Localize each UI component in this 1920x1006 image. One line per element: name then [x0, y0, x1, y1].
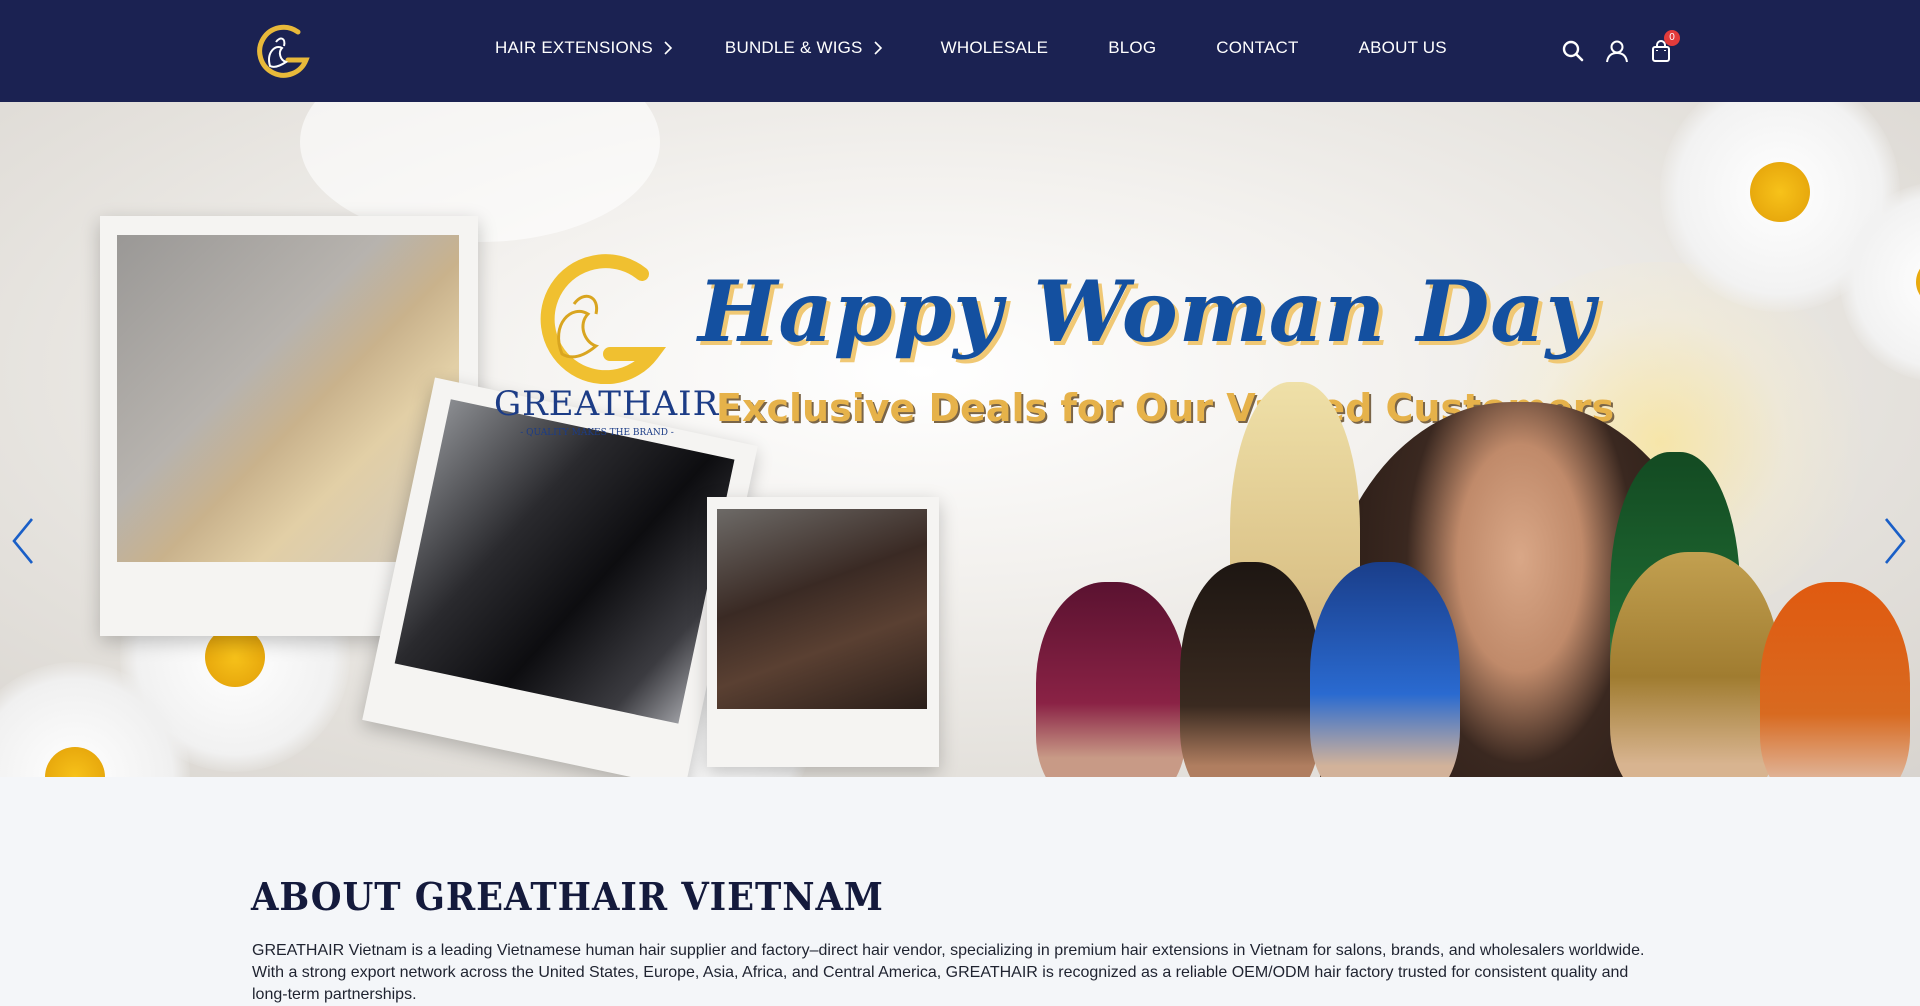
nav-label: HAIR EXTENSIONS — [495, 38, 653, 57]
nav-label: BUNDLE & WIGS — [724, 38, 863, 57]
main-nav: HAIR EXTENSIONS BUNDLE & WIGS WHOLESALE … — [495, 38, 1447, 58]
wig-mannequin — [1610, 552, 1780, 777]
black-hair-photo — [394, 399, 735, 724]
site-header: HAIR EXTENSIONS BUNDLE & WIGS WHOLESALE … — [0, 0, 1920, 102]
nav-hair-extensions[interactable]: HAIR EXTENSIONS — [495, 38, 673, 58]
about-section-text: GREATHAIR Vietnam is a leading Vietnames… — [252, 942, 1645, 1003]
promo-headline: Happy Woman Day — [698, 262, 1596, 361]
nav-blog[interactable]: BLOG — [1108, 38, 1156, 58]
wig-mannequin — [1760, 582, 1910, 777]
greathair-logo-icon — [540, 254, 667, 384]
nav-bundle-wigs[interactable]: BUNDLE & WIGS — [725, 38, 883, 58]
search-icon[interactable] — [1560, 38, 1586, 64]
polaroid-photo-brown-hair — [707, 497, 939, 767]
nav-label: CONTACT — [1216, 38, 1299, 57]
wig-mannequin — [1180, 562, 1320, 777]
wig-mannequin — [1036, 582, 1186, 777]
cart-button[interactable]: 0 — [1648, 30, 1680, 64]
nav-contact[interactable]: CONTACT — [1216, 38, 1298, 58]
brand-logo-icon[interactable] — [250, 22, 314, 80]
cart-count-badge: 0 — [1664, 30, 1680, 46]
nav-about-us[interactable]: ABOUT US — [1359, 38, 1447, 58]
brand-name: GREATHAIR — [494, 384, 720, 424]
nav-label: ABOUT US — [1358, 38, 1447, 57]
chevron-right-icon — [874, 41, 882, 55]
user-icon[interactable] — [1604, 38, 1630, 64]
brand-tagline: - QUALITY MAKES THE BRAND - — [520, 428, 674, 438]
brown-hair-photo — [717, 509, 927, 709]
hero-banner[interactable]: GREATHAIR - QUALITY MAKES THE BRAND - Ha… — [0, 102, 1920, 777]
slider-prev-arrow-icon[interactable] — [10, 516, 36, 566]
wig-mannequin — [1310, 562, 1460, 777]
chevron-right-icon — [664, 41, 673, 55]
nav-wholesale[interactable]: WHOLESALE — [941, 38, 1049, 58]
about-section-title: ABOUT GREATHAIR VIETNAM — [251, 874, 884, 919]
greathair-brand-logo: GREATHAIR - QUALITY MAKES THE BRAND - — [492, 244, 720, 444]
header-actions: 0 — [1560, 30, 1680, 64]
nav-label: WHOLESALE — [940, 38, 1049, 57]
slider-next-arrow-icon[interactable] — [1882, 516, 1908, 566]
nav-label: BLOG — [1108, 38, 1157, 57]
